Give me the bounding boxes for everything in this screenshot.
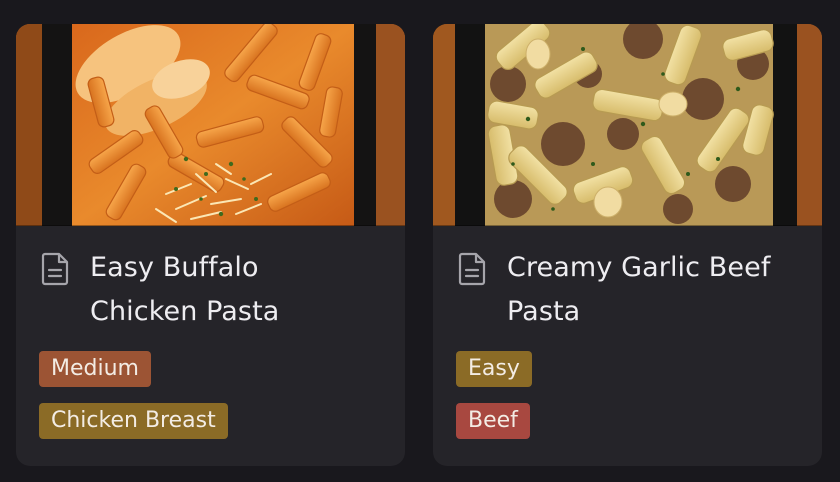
recipe-title-row: Easy Buffalo Chicken Pasta [40,246,385,334]
recipe-title-row: Creamy Garlic Beef Pasta [457,246,802,334]
recipe-card-garlic-beef-pasta[interactable]: Creamy Garlic Beef Pasta Easy Beef [433,24,822,466]
recipe-tags: Medium Chicken Breast [39,351,228,455]
recipe-tags: Easy Beef [456,351,532,455]
recipe-title-line2: Chicken Pasta [90,296,280,327]
recipe-title[interactable]: Creamy Garlic Beef Pasta [507,246,770,334]
recipe-title-line1: Easy Buffalo [90,252,259,283]
recipe-gallery: Easy Buffalo Chicken Pasta Medium Chicke… [0,0,840,482]
recipe-image-buffalo-chicken-pasta[interactable] [16,24,405,226]
difficulty-tag[interactable]: Easy [456,351,532,387]
protein-tag[interactable]: Chicken Breast [39,403,228,439]
difficulty-tag[interactable]: Medium [39,351,151,387]
recipe-image-garlic-beef-pasta[interactable] [433,24,822,226]
recipe-card-buffalo-chicken-pasta[interactable]: Easy Buffalo Chicken Pasta Medium Chicke… [16,24,405,466]
recipe-title-line2: Pasta [507,296,581,327]
recipe-title-line1: Creamy Garlic Beef [507,252,771,283]
document-icon [458,252,486,286]
recipe-title[interactable]: Easy Buffalo Chicken Pasta [90,246,279,334]
document-icon [41,252,69,286]
protein-tag[interactable]: Beef [456,403,530,439]
